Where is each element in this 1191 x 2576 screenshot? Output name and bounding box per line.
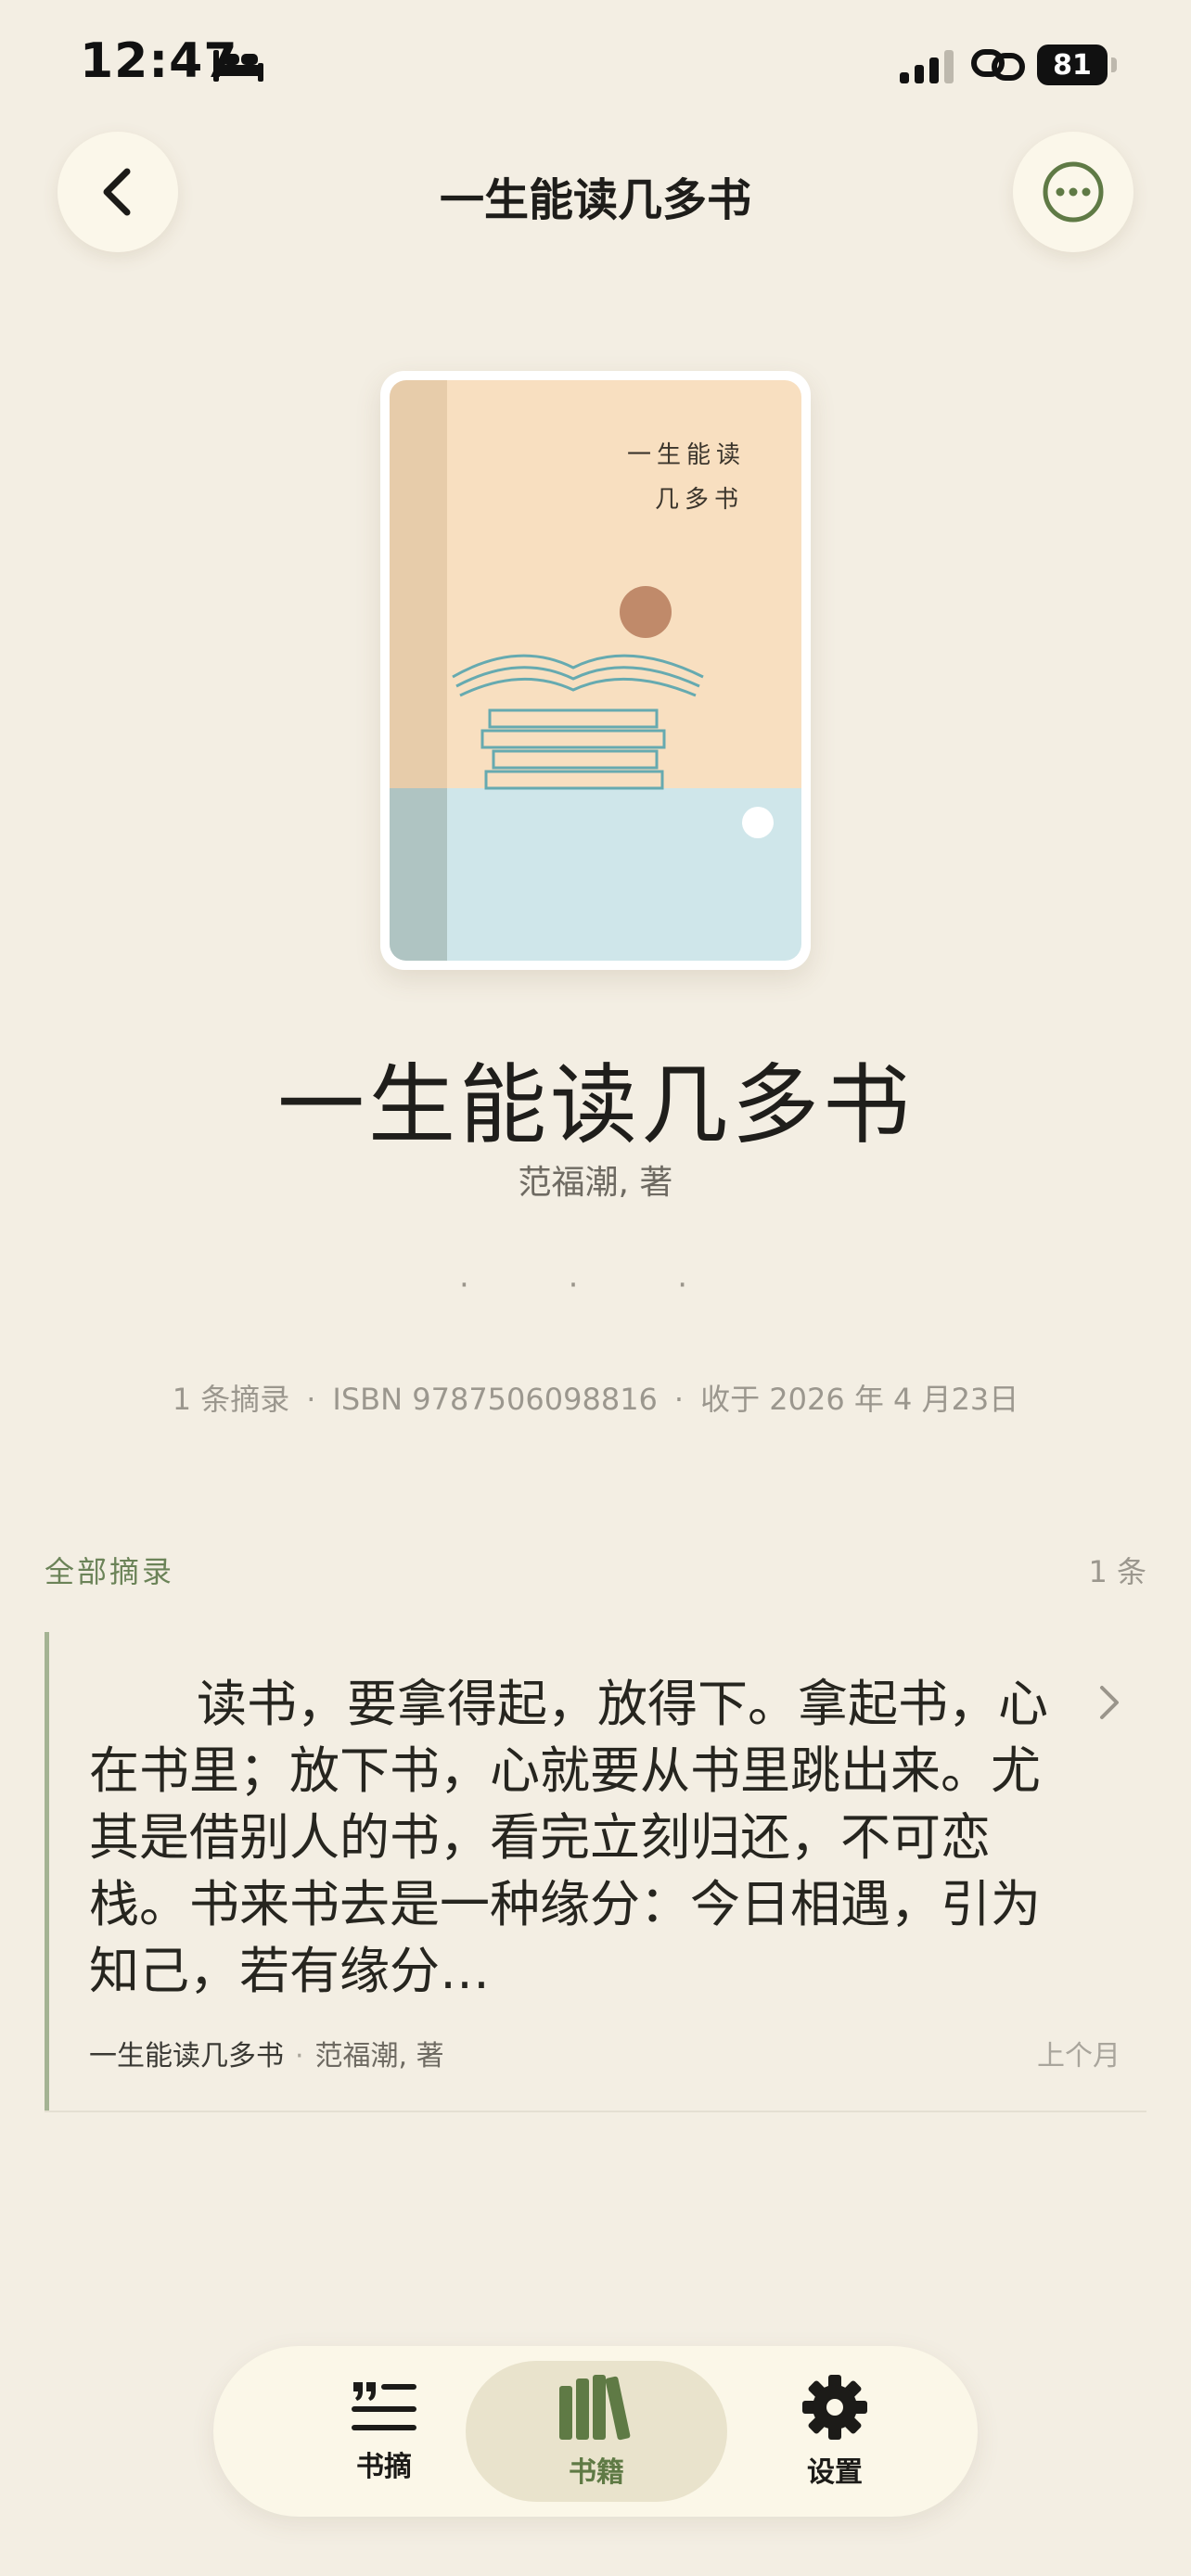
excerpt-count: 1 条摘录 [172, 1382, 290, 1417]
books-icon [559, 2375, 631, 2441]
personal-hotspot-icon [971, 49, 1025, 81]
tab-settings-label: 设置 [807, 2456, 863, 2489]
gear-icon [802, 2375, 867, 2440]
excerpt-source: 一生能读几多书 · 范福潮, 著 [89, 2040, 444, 2072]
excerpt-accent-bar [45, 1632, 49, 2111]
tab-excerpts[interactable]: 书摘 [291, 2346, 477, 2517]
more-icon [1043, 161, 1104, 223]
cover-title-line1: 一生能读 [626, 441, 746, 469]
tab-bar: 书摘 书籍 设置 [213, 2346, 978, 2517]
excerpt-author: 范福潮, 著 [314, 2040, 444, 2072]
book-cover[interactable]: 一生能读 几多书 [380, 371, 811, 970]
excerpt-text: 读书，要拿得起，放得下。拿起书，心在书里；放下书，心就要从书里跳出来。尤其是借别… [89, 1675, 1048, 2000]
isbn: ISBN 9787506098816 [332, 1382, 658, 1417]
cover-moon-illustration [742, 807, 774, 838]
decorative-dots: · · · [458, 1267, 733, 1304]
added-date: 收于 2026 年 4 月23日 [700, 1382, 1019, 1417]
battery-indicator: 81 [1037, 45, 1117, 85]
book-title: 一生能读几多书 [276, 1055, 914, 1156]
battery-level: 81 [1037, 45, 1108, 85]
excerpt-card[interactable]: 读书，要拿得起，放得下。拿起书，心在书里；放下书，心就要从书里跳出来。尤其是借别… [45, 1632, 1146, 2112]
excerpt-date: 上个月 [1037, 2040, 1121, 2072]
quote-list-icon [352, 2382, 416, 2430]
excerpt-book: 一生能读几多书 [89, 2040, 284, 2072]
tab-excerpts-label: 书摘 [356, 2451, 412, 2483]
open-book-illustration [452, 654, 704, 790]
sleep-focus-icon [213, 50, 263, 82]
cover-title-line2: 几多书 [654, 486, 744, 514]
chevron-right-icon [1100, 1686, 1119, 1719]
cellular-signal-icon [900, 50, 954, 83]
section-title: 全部摘录 [45, 1554, 175, 1589]
tab-books-label: 书籍 [569, 2456, 624, 2489]
book-author: 范福潮, 著 [518, 1164, 673, 1202]
more-options-button[interactable] [1013, 132, 1133, 252]
book-meta: 1 条摘录 · ISBN 9787506098816 · 收于 2026 年 4 月23… [172, 1382, 1019, 1417]
section-count: 1 条 [1088, 1554, 1146, 1589]
tab-settings[interactable]: 设置 [742, 2346, 928, 2517]
tab-books[interactable]: 书籍 [466, 2346, 727, 2517]
